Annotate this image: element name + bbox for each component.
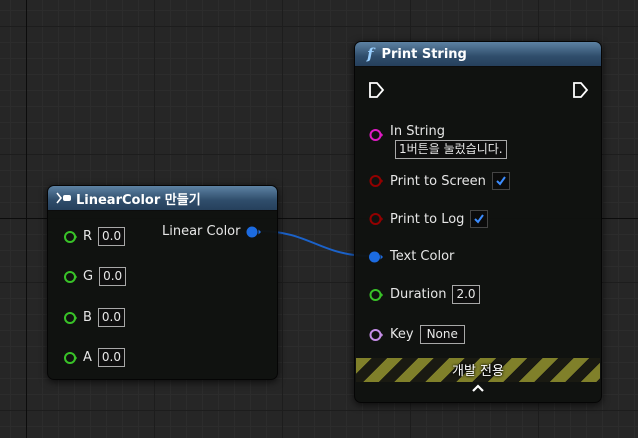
print-string-header[interactable]: f Print String	[355, 42, 601, 67]
b-value-field[interactable]: 0.0	[97, 308, 126, 327]
g-value-field[interactable]: 0.0	[99, 267, 127, 286]
name-pin-icon[interactable]	[369, 328, 384, 342]
exec-output-icon[interactable]	[571, 81, 589, 99]
pin-label-b: B	[83, 310, 92, 325]
in-string-row[interactable]: In String 1버튼을 눌렀습니다.	[369, 124, 507, 159]
pin-row-r[interactable]: R 0.0	[63, 227, 126, 246]
development-only-label: 개발 전용	[452, 364, 504, 379]
float-pin-icon[interactable]	[63, 270, 77, 284]
pin-label-g: G	[83, 269, 94, 284]
linear-color-output-row[interactable]: Linear Color	[162, 224, 262, 239]
pin-row-b[interactable]: B 0.0	[63, 308, 126, 327]
duration-row[interactable]: Duration 2.0	[369, 285, 480, 304]
key-label: Key	[390, 327, 414, 342]
struct-pin-icon[interactable]	[246, 225, 262, 239]
text-color-row[interactable]: Text Color	[368, 249, 454, 264]
float-pin-icon[interactable]	[63, 230, 77, 244]
bool-pin-icon[interactable]	[369, 212, 384, 226]
make-struct-icon	[56, 191, 72, 205]
pin-row-a[interactable]: A 0.0	[63, 348, 125, 367]
bool-pin-icon[interactable]	[369, 174, 384, 188]
checkmark-icon	[496, 176, 506, 186]
make-linear-color-node[interactable]: LinearColor 만들기 R 0.0 G 0.0 B 0.0 A 0.0 …	[47, 185, 278, 380]
print-to-screen-checkbox[interactable]	[491, 172, 510, 190]
float-pin-icon[interactable]	[63, 351, 77, 365]
a-value-field[interactable]: 0.0	[97, 348, 125, 367]
graph-origin-vertical-line	[26, 0, 27, 438]
node-title: Print String	[381, 46, 467, 62]
print-string-node[interactable]: f Print String In String 1버튼을 눌렀습니다. Pri…	[354, 41, 602, 403]
print-to-log-checkbox[interactable]	[470, 210, 489, 228]
make-linear-color-header[interactable]: LinearColor 만들기	[48, 186, 277, 211]
print-to-screen-label: Print to Screen	[390, 173, 486, 189]
print-to-log-label: Print to Log	[390, 211, 465, 227]
print-to-screen-row[interactable]: Print to Screen	[369, 172, 510, 190]
text-color-label: Text Color	[390, 249, 455, 264]
exec-input-icon[interactable]	[367, 81, 385, 99]
key-row[interactable]: Key None	[369, 325, 465, 344]
in-string-input[interactable]: 1버튼을 눌렀습니다.	[395, 140, 507, 159]
pin-row-g[interactable]: G 0.0	[63, 267, 127, 286]
function-icon: f	[367, 45, 374, 63]
key-input[interactable]: None	[419, 325, 465, 344]
pin-label-r: R	[83, 229, 93, 244]
pin-label-a: A	[83, 350, 92, 365]
output-label: Linear Color	[162, 224, 241, 239]
duration-input[interactable]: 2.0	[452, 285, 480, 304]
node-title: LinearColor 만들기	[76, 192, 201, 208]
print-to-log-row[interactable]: Print to Log	[369, 210, 489, 228]
checkmark-icon	[474, 214, 485, 224]
string-pin-icon[interactable]	[369, 128, 384, 142]
duration-label: Duration	[390, 287, 447, 302]
collapse-arrow-icon[interactable]	[355, 381, 601, 397]
float-pin-icon[interactable]	[369, 288, 384, 302]
r-value-field[interactable]: 0.0	[98, 227, 126, 246]
struct-pin-icon[interactable]	[368, 250, 384, 264]
float-pin-icon[interactable]	[63, 311, 77, 325]
in-string-label: In String	[390, 124, 446, 139]
